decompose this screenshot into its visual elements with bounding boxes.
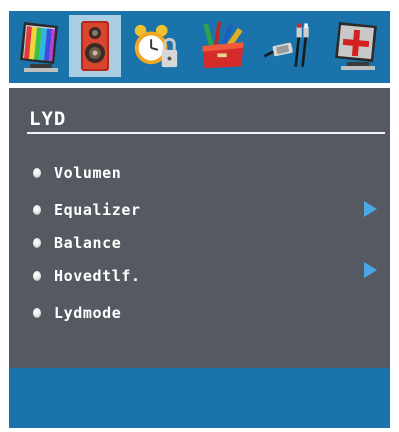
menu-item-balance[interactable]: Balance [33, 233, 121, 253]
install-tv-icon[interactable] [331, 15, 383, 77]
menu-item-equalizer[interactable]: Equalizer [33, 200, 141, 220]
menu-item-lydmode[interactable]: Lydmode [33, 303, 121, 323]
menu-item-volumen[interactable]: Volumen [33, 163, 121, 183]
menu-title: LYD [29, 108, 67, 130]
title-divider [27, 132, 385, 134]
bullet-icon [33, 168, 41, 178]
bullet-icon [33, 271, 41, 281]
footer-info-bar [9, 368, 390, 428]
timer-alarm-clock-icon[interactable] [129, 15, 181, 77]
settings-toolbox-icon[interactable] [197, 15, 249, 77]
menu-item-label: Balance [54, 234, 122, 252]
menu-item-label: Lydmode [54, 304, 122, 322]
bullet-icon [33, 205, 41, 215]
submenu-arrow-icon[interactable] [364, 262, 377, 278]
menu-item-label: Equalizer [54, 201, 141, 219]
source-cable-icon[interactable] [261, 15, 313, 77]
submenu-arrow-icon[interactable] [364, 201, 377, 217]
picture-tv-icon[interactable] [13, 15, 65, 77]
menu-item-hovedtlf[interactable]: Hovedtlf. [33, 266, 141, 286]
sound-speaker-icon[interactable] [69, 15, 121, 77]
menu-item-label: Volumen [54, 164, 122, 182]
main-menu-tab-bar [9, 11, 390, 83]
sound-menu-panel: LYD Volumen Equalizer Balance Hovedtlf. … [9, 88, 390, 368]
bullet-icon [33, 308, 41, 318]
bullet-icon [33, 238, 41, 248]
menu-item-label: Hovedtlf. [54, 267, 141, 285]
